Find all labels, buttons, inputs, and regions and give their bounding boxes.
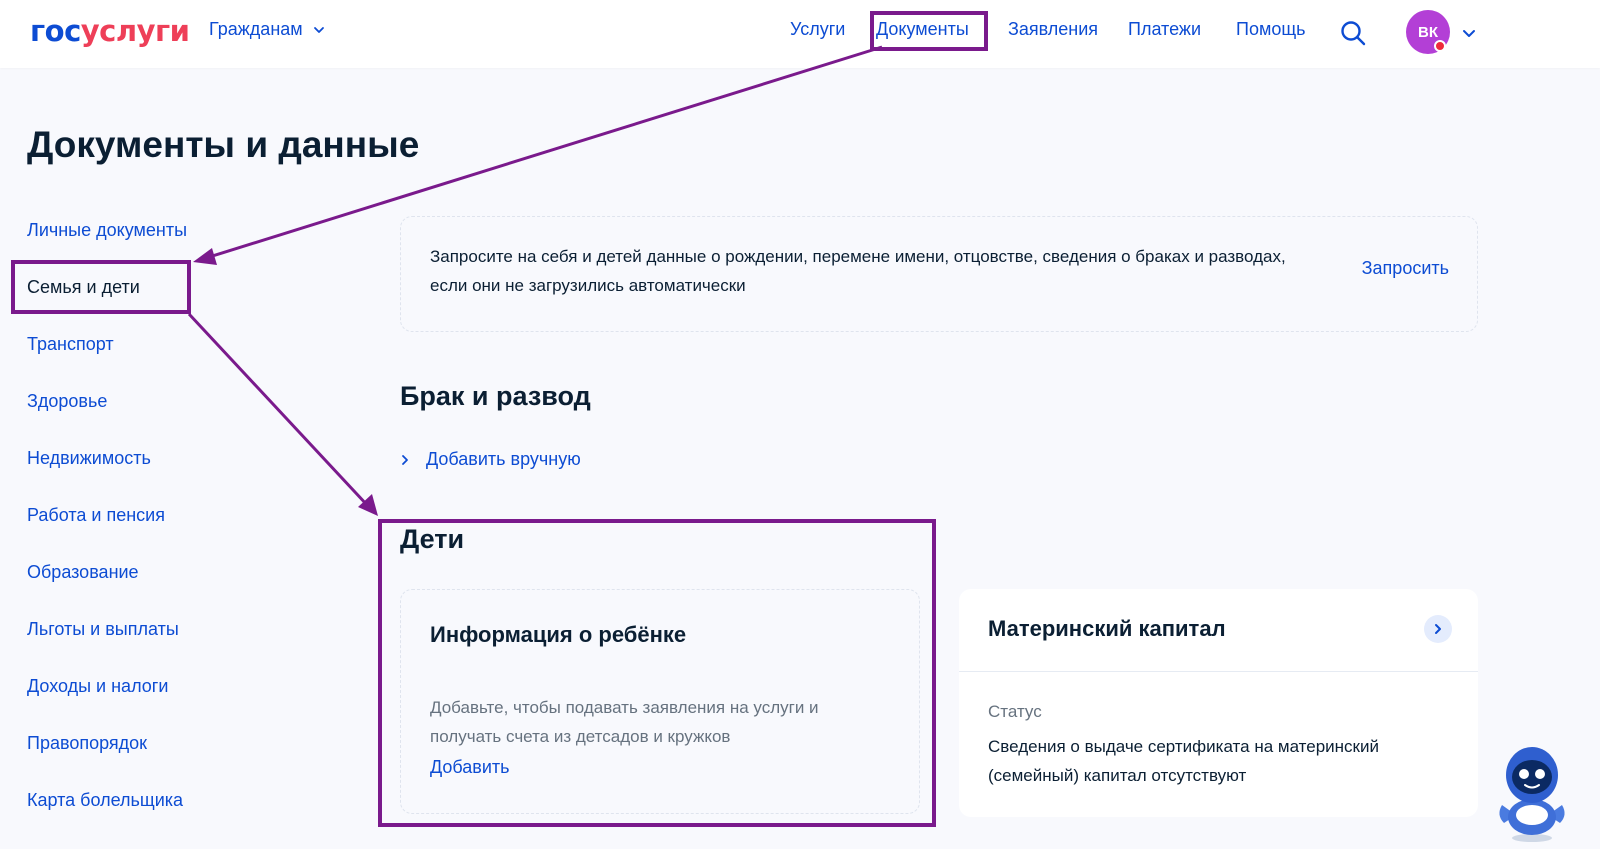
sidebar-item-transport[interactable]: Транспорт	[27, 334, 114, 355]
gosuslugi-logo[interactable]: госуслуги	[30, 14, 190, 48]
logo-part-gos: гос	[30, 14, 81, 48]
arrowhead-icon	[358, 494, 378, 516]
nav-services[interactable]: Услуги	[790, 19, 845, 40]
top-header: госуслуги Гражданам Услуги Документы Зая…	[0, 0, 1600, 68]
maternity-capital-title: Материнский капитал	[988, 616, 1226, 641]
nav-help[interactable]: Помощь	[1236, 19, 1306, 40]
sidebar-item-personal-docs[interactable]: Личные документы	[27, 220, 187, 241]
sidebar-item-real-estate[interactable]: Недвижимость	[27, 448, 151, 469]
request-button[interactable]: Запросить	[1362, 258, 1449, 279]
logo-part-uslugi: услуги	[80, 14, 190, 48]
request-description: Запросите на себя и детей данные о рожде…	[430, 247, 1286, 295]
chevron-down-icon	[313, 26, 324, 33]
page-title: Документы и данные	[27, 124, 420, 165]
audience-dropdown[interactable]: Гражданам	[209, 19, 325, 40]
avatar-initials: ВК	[1418, 23, 1438, 41]
sidebar-item-work[interactable]: Работа и пенсия	[27, 505, 165, 526]
chevron-down-icon[interactable]	[1462, 26, 1476, 40]
add-manually-label: Добавить вручную	[426, 449, 581, 469]
maternity-capital-card[interactable]: Материнский капитал Статус Сведения о вы…	[959, 589, 1478, 817]
add-manually-link[interactable]: Добавить вручную	[400, 449, 581, 470]
chevron-right-icon[interactable]	[1424, 615, 1452, 643]
highlight-family-frame	[11, 260, 191, 314]
chevron-right-icon	[402, 454, 408, 465]
status-text: Сведения о выдаче сертификата на материн…	[988, 737, 1379, 785]
search-icon[interactable]	[1339, 19, 1367, 47]
request-data-card: Запросите на себя и детей данные о рожде…	[400, 216, 1478, 332]
notification-dot	[1434, 40, 1446, 52]
divider	[959, 671, 1478, 672]
sidebar-item-law[interactable]: Правопорядок	[27, 733, 147, 754]
sidebar-item-education[interactable]: Образование	[27, 562, 139, 583]
highlight-documents-frame	[870, 11, 988, 51]
robot-assistant-icon[interactable]	[1494, 743, 1570, 843]
nav-payments[interactable]: Платежи	[1128, 19, 1201, 40]
sidebar-item-health[interactable]: Здоровье	[27, 391, 107, 412]
arrow-family-to-children	[187, 312, 370, 508]
arrowhead-icon	[193, 248, 217, 265]
marriage-section-title: Брак и развод	[400, 381, 591, 411]
sidebar-item-fan-card[interactable]: Карта болельщика	[27, 790, 183, 811]
sidebar-item-taxes[interactable]: Доходы и налоги	[27, 676, 168, 697]
highlight-children-frame	[378, 519, 936, 827]
sidebar-item-benefits[interactable]: Льготы и выплаты	[27, 619, 179, 640]
status-label: Статус	[988, 702, 1042, 721]
nav-applications[interactable]: Заявления	[1008, 19, 1098, 40]
audience-label: Гражданам	[209, 19, 303, 39]
